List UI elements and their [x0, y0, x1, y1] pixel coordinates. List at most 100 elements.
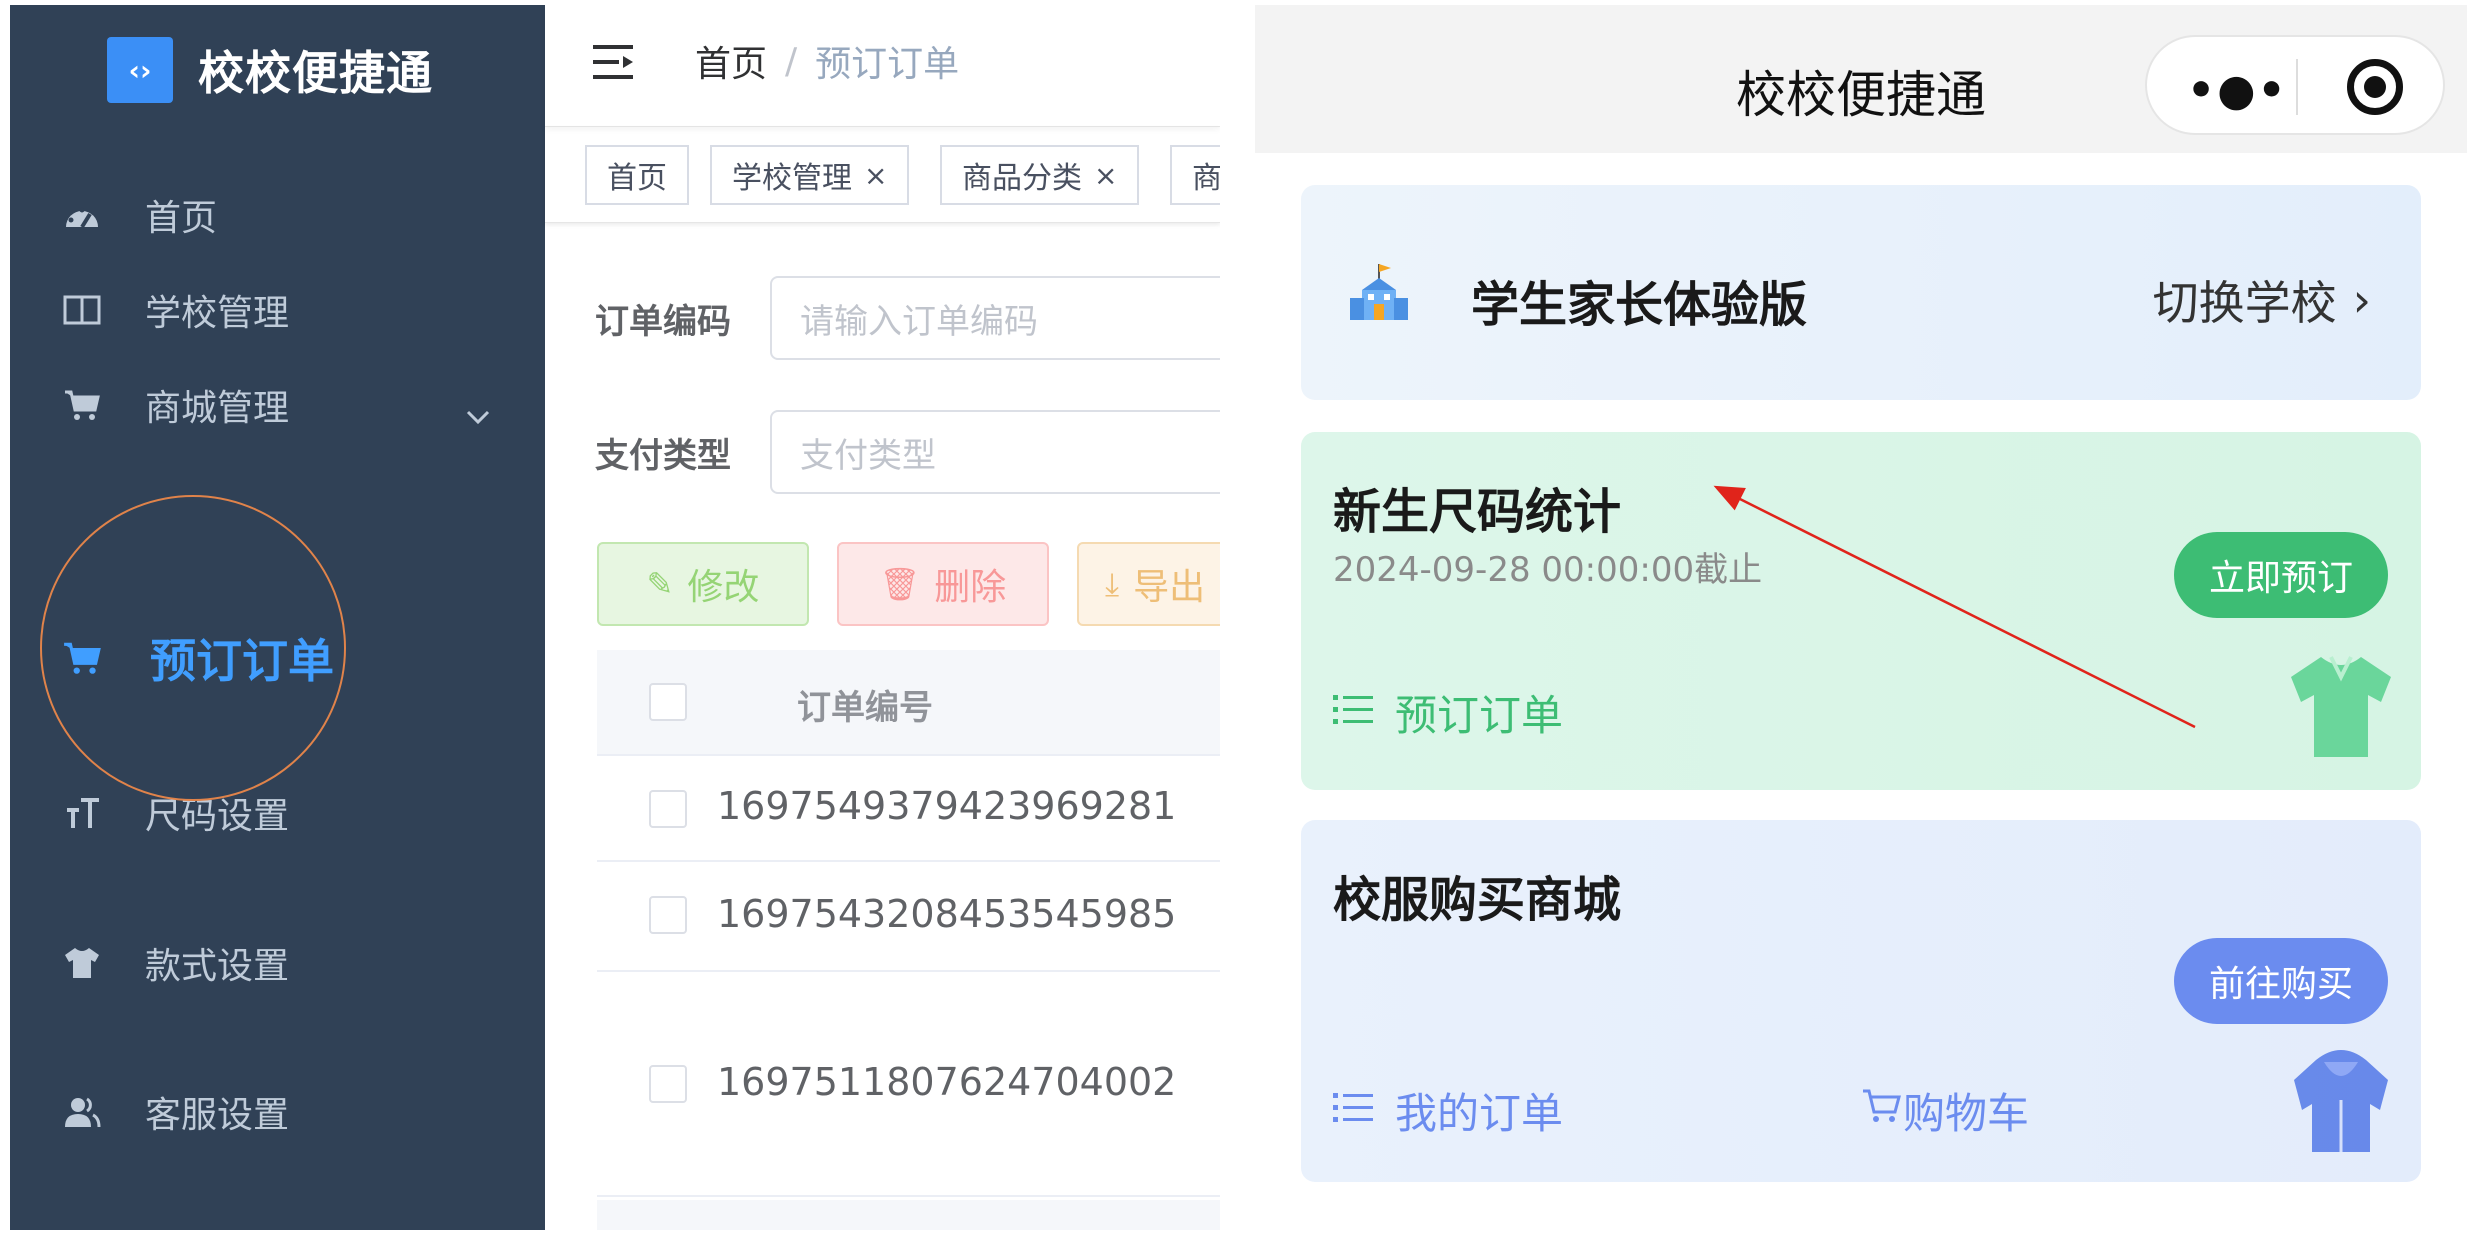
cart-label: 购物车 — [1903, 1089, 2030, 1138]
close-target-icon[interactable] — [2347, 59, 2403, 115]
tag-home[interactable]: 首页 — [585, 145, 689, 205]
dashboard-icon — [62, 195, 102, 235]
sidebar: ‹› 校校便捷通 首页 学校管理 商城管理 预订订单 尺码设置 款式设置 客服设… — [10, 5, 545, 1230]
switch-school-label: 切换学校 — [2152, 276, 2337, 330]
tag-school-management[interactable]: 学校管理 × — [710, 145, 910, 205]
switch-school-button[interactable]: 切换学校 › — [2153, 267, 2371, 333]
navbar: 首页 / 预订订单 — [545, 5, 1220, 127]
book-now-button[interactable]: 立即预订 — [2174, 532, 2388, 618]
list-icon — [1333, 688, 1373, 737]
school-name: 学生家长体验版 — [1471, 277, 1808, 333]
edit-icon: ✎ — [646, 565, 674, 603]
delete-button[interactable]: 🗑 删除 — [837, 542, 1049, 626]
admin-panel: ‹› 校校便捷通 首页 学校管理 商城管理 预订订单 尺码设置 款式设置 客服设… — [10, 5, 1220, 1230]
sidebar-item-label: 学校管理 — [145, 293, 290, 334]
breadcrumb-current: 预订订单 — [815, 44, 960, 85]
mobile-panel: 校校便捷通 •●• 学生家长体验版 切换学校 › 新生尺码统计 2024-09-… — [1255, 5, 2467, 1230]
book-icon — [62, 290, 102, 330]
text-size-icon — [62, 793, 102, 833]
order-no-input[interactable]: 请输入订单编码 — [770, 276, 1220, 360]
booking-orders-link[interactable]: 预订订单 — [1333, 682, 1563, 743]
sidebar-item-label: 尺码设置 — [145, 796, 290, 837]
breadcrumb: 首页 / 预订订单 — [695, 35, 959, 87]
order-no-cell: 1697511807624704002 — [717, 1060, 1177, 1104]
tag-truncated[interactable]: 商 — [1170, 145, 1220, 205]
table-row[interactable]: 1697511807624704002 — [597, 972, 1220, 1197]
breadcrumb-separator: / — [785, 40, 798, 82]
sidebar-item-school[interactable]: 学校管理 — [10, 260, 545, 360]
cart-icon — [1861, 1086, 1903, 1135]
people-icon — [62, 1092, 102, 1132]
select-all-checkbox[interactable] — [649, 683, 687, 721]
go-buy-button[interactable]: 前往购买 — [2174, 938, 2388, 1024]
capsule-divider — [2296, 59, 2298, 115]
school-card: 学生家长体验版 切换学校 › — [1301, 185, 2421, 400]
breadcrumb-home[interactable]: 首页 — [695, 35, 767, 87]
row-checkbox[interactable] — [649, 790, 687, 828]
cart-link[interactable]: 购物车 — [1861, 1080, 2029, 1141]
hamburger-icon[interactable] — [593, 43, 637, 85]
order-no-label: 订单编码 — [595, 301, 731, 342]
cart-icon — [62, 385, 102, 425]
logo: ‹› 校校便捷通 — [107, 35, 433, 105]
uniform-shop-card: 校服购买商城 前往购买 我的订单 购物车 — [1301, 820, 2421, 1182]
shirt-icon — [2276, 647, 2406, 771]
list-icon — [1333, 1086, 1373, 1135]
table-header: 订单编号 — [597, 650, 1220, 756]
sidebar-item-mall[interactable]: 商城管理 — [10, 355, 545, 455]
sidebar-item-label: 商城管理 — [145, 388, 290, 429]
tags-view: 首页 学校管理 × 商品分类 × 商 — [545, 127, 1220, 223]
edit-button-label: 修改 — [687, 567, 760, 608]
capsule-menu: •●• — [2145, 35, 2445, 135]
deadline-text: 2024-09-28 00:00:00截止 — [1333, 550, 1763, 590]
close-icon[interactable]: × — [1094, 159, 1117, 192]
chevron-down-icon — [465, 393, 491, 434]
size-stats-card: 新生尺码统计 2024-09-28 00:00:00截止 立即预订 预订订单 — [1301, 432, 2421, 790]
sidebar-item-booking-orders[interactable]: 预订订单 — [10, 608, 545, 708]
school-icon — [1346, 260, 1412, 330]
shirt-icon — [62, 943, 102, 983]
export-button[interactable]: ⤓ 导出 — [1077, 542, 1220, 626]
row-checkbox[interactable] — [649, 1065, 687, 1103]
table-row[interactable]: 1697543208453545985 — [597, 862, 1220, 972]
tag-product-category[interactable]: 商品分类 × — [940, 145, 1140, 205]
table-footer — [597, 1200, 1220, 1230]
sidebar-item-label: 首页 — [145, 198, 218, 239]
shop-card-title: 校服购买商城 — [1333, 872, 1622, 928]
main-content: 首页 / 预订订单 首页 学校管理 × 商品分类 × 商 订单编码 请输入订单编… — [545, 5, 1220, 1230]
my-orders-link[interactable]: 我的订单 — [1333, 1080, 1563, 1141]
table-row[interactable]: 1697549379423969281 — [597, 756, 1220, 862]
my-orders-label: 我的订单 — [1395, 1089, 1564, 1138]
sidebar-item-label: 款式设置 — [145, 946, 290, 987]
sidebar-item-size-settings[interactable]: 尺码设置 — [10, 763, 545, 863]
chevron-right-icon: › — [2352, 273, 2371, 327]
tag-label: 首页 — [607, 161, 667, 196]
mini-program-header: 校校便捷通 •●• — [1255, 5, 2467, 153]
orders-table: 订单编号 1697549379423969281 169754320845354… — [597, 650, 1220, 1230]
order-no-filter: 订单编码 请输入订单编码 — [595, 275, 1220, 361]
hoodie-icon — [2276, 1040, 2406, 1164]
more-icon[interactable]: •●• — [2187, 65, 2288, 116]
logo-icon: ‹› — [107, 37, 173, 103]
close-icon[interactable]: × — [864, 159, 887, 192]
pay-type-select[interactable]: 支付类型 — [770, 410, 1220, 494]
edit-button[interactable]: ✎ 修改 — [597, 542, 809, 626]
sidebar-item-label: 预订订单 — [150, 634, 334, 688]
column-header-order-no: 订单编号 — [797, 688, 933, 728]
tag-label: 商品分类 — [962, 161, 1082, 196]
size-card-title: 新生尺码统计 — [1333, 484, 1622, 540]
tag-label: 学校管理 — [732, 161, 852, 196]
logo-text: 校校便捷通 — [198, 46, 433, 100]
tag-label: 商 — [1192, 161, 1220, 196]
sidebar-item-service-settings[interactable]: 客服设置 — [10, 1062, 545, 1162]
download-icon: ⤓ — [1105, 564, 1120, 603]
sidebar-item-label: 客服设置 — [145, 1095, 290, 1136]
sidebar-item-style-settings[interactable]: 款式设置 — [10, 913, 545, 1013]
sidebar-item-home[interactable]: 首页 — [10, 165, 545, 265]
order-no-cell: 1697543208453545985 — [717, 892, 1177, 936]
pay-type-filter: 支付类型 支付类型 — [595, 409, 1220, 495]
cart-icon — [62, 638, 102, 678]
trash-icon: 🗑 — [879, 565, 921, 603]
row-checkbox[interactable] — [649, 896, 687, 934]
export-button-label: 导出 — [1133, 567, 1206, 608]
